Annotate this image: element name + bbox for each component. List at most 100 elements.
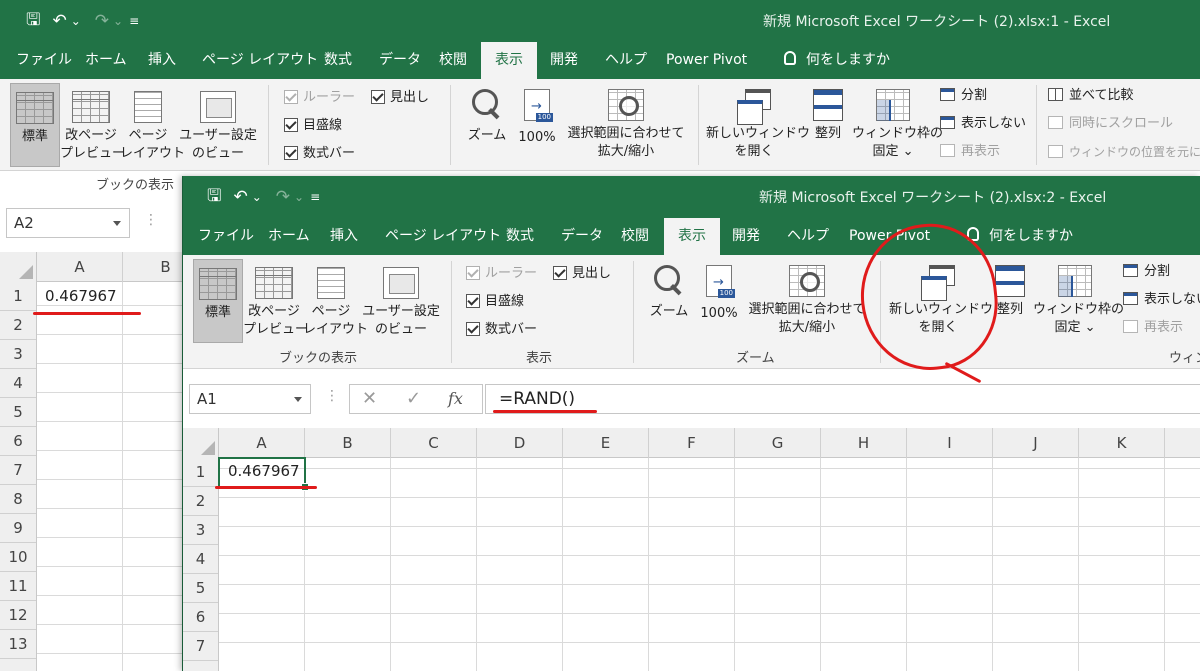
back-row-header[interactable]: 4: [0, 369, 36, 398]
normal-view-button[interactable]: 標準: [10, 83, 60, 167]
page-layout-view-button[interactable]: ページ レイアウト: [120, 91, 185, 163]
arrange-all-button[interactable]: 整列: [808, 89, 848, 143]
tab-file[interactable]: ファイル: [198, 218, 254, 255]
zoom-to-selection-button[interactable]: 選択範囲に合わせて 拡大/縮小: [745, 265, 869, 337]
headings-checkbox[interactable]: 見出し: [553, 265, 611, 283]
tab-data[interactable]: データ: [561, 218, 603, 255]
tab-formulas[interactable]: 数式: [324, 42, 352, 79]
tab-data[interactable]: データ: [379, 42, 421, 79]
column-header-b[interactable]: B: [305, 428, 391, 458]
tab-page-layout[interactable]: ページ レイアウト: [202, 42, 318, 79]
zoom-to-selection-button[interactable]: 選択範囲に合わせて 拡大/縮小: [564, 89, 688, 161]
undo-icon[interactable]: ↶: [233, 187, 247, 207]
tab-help[interactable]: ヘルプ: [787, 218, 829, 255]
split-button[interactable]: 分割: [1123, 263, 1170, 281]
undo-dropdown-icon[interactable]: ⌄: [71, 14, 81, 28]
row-header[interactable]: 4: [183, 545, 218, 574]
row-header[interactable]: 1: [183, 458, 218, 487]
gridlines-checkbox[interactable]: 目盛線: [466, 293, 524, 311]
save-icon[interactable]: 🖫: [26, 7, 40, 36]
gridlines-checkbox[interactable]: 目盛線: [284, 117, 342, 135]
tab-developer[interactable]: 開発: [550, 42, 578, 79]
column-header-i[interactable]: I: [907, 428, 993, 458]
zoom-100-button[interactable]: → 100 100%: [514, 89, 560, 147]
save-icon[interactable]: 🖫: [207, 183, 221, 212]
back-cell-grid[interactable]: [37, 282, 200, 671]
back-row-header[interactable]: 1: [0, 282, 36, 311]
back-select-all-corner[interactable]: [0, 252, 37, 282]
page-layout-view-button[interactable]: ページ レイアウト: [303, 267, 368, 339]
row-header[interactable]: 6: [183, 603, 218, 632]
tab-view[interactable]: 表示: [481, 42, 537, 79]
tab-home[interactable]: ホーム: [268, 218, 310, 255]
enter-icon[interactable]: ✓: [406, 388, 421, 409]
front-cell-a1[interactable]: 0.467967: [228, 462, 300, 480]
back-row-header[interactable]: 6: [0, 427, 36, 456]
back-row-header[interactable]: 9: [0, 514, 36, 543]
column-header-g[interactable]: G: [735, 428, 821, 458]
row-header[interactable]: 7: [183, 632, 218, 661]
back-row-header[interactable]: 12: [0, 601, 36, 630]
tell-me-box[interactable]: 何をしますか: [784, 42, 890, 79]
zoom-100-button[interactable]: → 100 100%: [696, 265, 742, 323]
page-break-preview-button[interactable]: 改ページ プレビュー: [243, 267, 308, 339]
freeze-panes-button[interactable]: ウィンドウ枠の 固定 ⌄: [852, 89, 943, 161]
freeze-panes-button[interactable]: ウィンドウ枠の 固定 ⌄: [1033, 265, 1124, 337]
back-row-header[interactable]: 7: [0, 456, 36, 485]
undo-icon[interactable]: ↶: [52, 11, 66, 31]
tab-insert[interactable]: 挿入: [148, 42, 176, 79]
column-header-h[interactable]: H: [821, 428, 907, 458]
customize-qat-icon[interactable]: ≡: [310, 190, 320, 204]
tab-formulas[interactable]: 数式: [506, 218, 534, 255]
formula-bar-checkbox[interactable]: 数式バー: [284, 145, 355, 163]
custom-views-button[interactable]: ユーザー設定 のビュー: [359, 267, 443, 339]
tab-power-pivot[interactable]: Power Pivot: [666, 42, 747, 79]
front-cell-grid[interactable]: [219, 458, 1200, 671]
custom-views-button[interactable]: ユーザー設定 のビュー: [176, 91, 260, 163]
front-select-all-corner[interactable]: [183, 428, 219, 458]
column-header-k[interactable]: K: [1079, 428, 1165, 458]
customize-qat-icon[interactable]: ≡: [129, 14, 139, 28]
back-row-header[interactable]: 5: [0, 398, 36, 427]
undo-dropdown-icon[interactable]: ⌄: [252, 190, 262, 204]
headings-checkbox[interactable]: 見出し: [371, 89, 429, 107]
formula-bar-checkbox[interactable]: 数式バー: [466, 321, 537, 339]
back-row-header[interactable]: 13: [0, 630, 36, 659]
row-header[interactable]: 3: [183, 516, 218, 545]
row-header[interactable]: 5: [183, 574, 218, 603]
back-cell-a1[interactable]: 0.467967: [45, 287, 117, 305]
tab-file[interactable]: ファイル: [16, 42, 72, 79]
cancel-icon[interactable]: ✕: [362, 388, 377, 409]
front-name-box[interactable]: A1: [189, 384, 311, 414]
normal-view-button[interactable]: 標準: [193, 259, 243, 343]
tab-review[interactable]: 校閲: [439, 42, 467, 79]
tab-home[interactable]: ホーム: [85, 42, 127, 79]
column-header-d[interactable]: D: [477, 428, 563, 458]
back-row-header[interactable]: 3: [0, 340, 36, 369]
insert-function-icon[interactable]: fx: [448, 389, 463, 408]
back-column-header-a[interactable]: A: [37, 252, 123, 282]
new-window-button[interactable]: 新しいウィンドウ を開く: [706, 89, 810, 161]
tell-me-box[interactable]: 何をしますか: [967, 218, 1073, 255]
column-header-a[interactable]: A: [219, 428, 305, 458]
column-header-j[interactable]: J: [993, 428, 1079, 458]
view-side-by-side-button[interactable]: 並べて比較: [1048, 87, 1133, 105]
column-header-f[interactable]: F: [649, 428, 735, 458]
tab-review[interactable]: 校閲: [621, 218, 649, 255]
column-header-c[interactable]: C: [391, 428, 477, 458]
back-row-header[interactable]: 2: [0, 311, 36, 340]
tab-insert[interactable]: 挿入: [330, 218, 358, 255]
tab-page-layout[interactable]: ページ レイアウト: [385, 218, 501, 255]
back-row-header[interactable]: 8: [0, 485, 36, 514]
zoom-button[interactable]: ズーム: [644, 265, 694, 321]
hide-window-button[interactable]: 表示しない: [1123, 291, 1200, 309]
column-header-e[interactable]: E: [563, 428, 649, 458]
back-row-header[interactable]: 10: [0, 543, 36, 572]
hide-window-button[interactable]: 表示しない: [940, 115, 1026, 133]
row-header[interactable]: 2: [183, 487, 218, 516]
split-button[interactable]: 分割: [940, 87, 987, 105]
tab-view[interactable]: 表示: [664, 218, 720, 255]
tab-developer[interactable]: 開発: [732, 218, 760, 255]
zoom-button[interactable]: ズーム: [462, 89, 512, 145]
tab-help[interactable]: ヘルプ: [605, 42, 647, 79]
